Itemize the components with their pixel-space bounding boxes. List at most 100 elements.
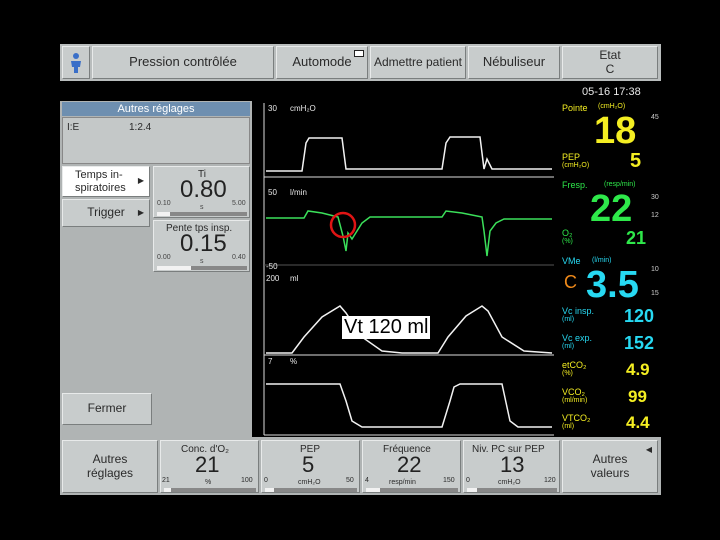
vme-lo: 15 bbox=[651, 290, 659, 297]
automode-label: Automode bbox=[292, 54, 352, 70]
vc-insp-unit: (ml) bbox=[562, 316, 575, 323]
param-o2-min: 21 bbox=[162, 477, 170, 484]
param-niv-pc-slider[interactable] bbox=[467, 488, 557, 492]
patient-icon-button[interactable] bbox=[62, 46, 90, 79]
pointe-hi: 45 bbox=[651, 114, 659, 121]
volume-max-label: 200 bbox=[266, 274, 280, 283]
pente-control[interactable]: Pente tps insp. 0.15 0.00 s 0.40 bbox=[153, 220, 250, 272]
etat-button[interactable]: Etat C bbox=[562, 46, 658, 79]
freq-unit: (resp/min) bbox=[604, 181, 636, 188]
pente-slider[interactable] bbox=[157, 266, 247, 270]
param-pep-value: 5 bbox=[302, 452, 315, 477]
freq-hi: 30 bbox=[651, 194, 659, 201]
etat-title: Etat bbox=[599, 48, 621, 63]
flow-min-label: -50 bbox=[266, 262, 278, 271]
param-frequence-max: 150 bbox=[443, 477, 455, 484]
temps-inspiratoires-tab[interactable]: Temps in- spiratoires ▶ bbox=[62, 166, 150, 197]
ti-unit: s bbox=[200, 204, 204, 211]
autres-valeurs-label: Autres valeurs bbox=[590, 452, 630, 480]
pointe-unit: (cmH₂O) bbox=[598, 103, 626, 110]
param-frequence-min: 4 bbox=[365, 477, 369, 484]
pep-label: PEP bbox=[562, 152, 581, 162]
ie-value: 1:2.4 bbox=[129, 122, 152, 133]
pente-max: 0.40 bbox=[232, 254, 246, 261]
volume-unit: ml bbox=[290, 274, 299, 283]
temps-label: Temps in- spiratoires bbox=[75, 169, 126, 194]
param-pep-slider[interactable] bbox=[265, 488, 357, 492]
automode-indicator bbox=[354, 50, 364, 57]
autres-valeurs-button[interactable]: Autres valeurs ◀ bbox=[562, 440, 658, 493]
ti-slider-fill bbox=[157, 212, 170, 216]
ti-max: 5.00 bbox=[232, 200, 246, 207]
freq-value: 22 bbox=[590, 188, 633, 230]
trigger-label: Trigger bbox=[87, 205, 125, 220]
param-niv-pc-max: 120 bbox=[544, 477, 556, 484]
vme-value: 3.5 bbox=[586, 264, 639, 306]
vc-exp-label: Vc exp. bbox=[562, 333, 593, 343]
o2-value: 21 bbox=[626, 228, 647, 248]
param-pep-min: 0 bbox=[264, 477, 268, 484]
param-o2-value: 21 bbox=[195, 452, 220, 477]
co2-waveform bbox=[266, 383, 552, 428]
pointe-label: Pointe bbox=[562, 103, 588, 113]
param-frequence-unit: resp/min bbox=[389, 479, 416, 486]
pressure-waveform bbox=[266, 136, 552, 172]
param-frequence[interactable]: Fréquence 22 4 resp/min 150 bbox=[362, 440, 461, 493]
co2-max-label: 7 bbox=[268, 357, 273, 366]
vc-exp-unit: (ml) bbox=[562, 343, 575, 350]
etat-value: C bbox=[605, 61, 615, 76]
param-niv-pc-slider-fill bbox=[467, 488, 477, 492]
vtco2-label: VTCO₂ bbox=[562, 413, 591, 423]
autres-reglages-label: Autres réglages bbox=[86, 452, 134, 480]
freq-lo: 12 bbox=[651, 212, 659, 219]
automode-button[interactable]: Automode bbox=[276, 46, 368, 79]
pressure-max-label: 30 bbox=[268, 104, 277, 113]
flow-max-label: 50 bbox=[268, 188, 277, 197]
param-niv-pc-unit: cmH₂O bbox=[498, 479, 521, 486]
mode-button[interactable]: Pression contrôlée bbox=[92, 46, 274, 79]
vco2-label: VCO₂ bbox=[562, 387, 585, 397]
vc-insp-label: Vc insp. bbox=[562, 306, 595, 316]
trigger-tab[interactable]: Trigger ▶ bbox=[62, 199, 150, 227]
autres-reglages-button[interactable]: Autres réglages bbox=[62, 440, 158, 493]
vtco2-value: 4.4 bbox=[626, 413, 650, 432]
param-o2-slider[interactable] bbox=[164, 488, 256, 492]
chevron-right-icon: ▶ bbox=[137, 207, 144, 217]
freq-label: Fresp. bbox=[562, 180, 588, 190]
etco2-value: 4.9 bbox=[626, 360, 650, 379]
vco2-unit: (ml/min) bbox=[562, 397, 588, 404]
vc-insp-value: 120 bbox=[624, 306, 655, 326]
ti-value: 0.80 bbox=[180, 176, 227, 203]
panel-title: Autres réglages bbox=[62, 102, 250, 116]
patient-icon bbox=[71, 52, 81, 73]
param-o2[interactable]: Conc. d'O₂ 21 21 % 100 bbox=[160, 440, 259, 493]
waveform-area bbox=[263, 103, 554, 436]
datetime: 05-16 17:38 bbox=[582, 86, 641, 98]
param-o2-slider-fill bbox=[164, 488, 172, 492]
nebuliseur-button[interactable]: Nébuliseur bbox=[468, 46, 560, 79]
vtco2-unit: (ml) bbox=[562, 423, 575, 430]
param-frequence-slider[interactable] bbox=[366, 488, 458, 492]
param-pep-slider-fill bbox=[265, 488, 275, 492]
fermer-button[interactable]: Fermer bbox=[62, 393, 152, 425]
param-niv-pc[interactable]: Niv. PC sur PEP 13 0 cmH₂O 120 bbox=[463, 440, 560, 493]
param-pep-max: 50 bbox=[346, 477, 354, 484]
chevron-up-icon: ◀ bbox=[645, 445, 652, 454]
vco2-value: 99 bbox=[628, 387, 647, 406]
vme-hi: 10 bbox=[651, 266, 659, 273]
vt-annotation: Vt 120 ml bbox=[342, 316, 431, 339]
vc-exp-value: 152 bbox=[624, 333, 655, 353]
ti-control[interactable]: Ti 0.80 0.10 s 5.00 bbox=[153, 166, 250, 218]
param-frequence-slider-fill bbox=[366, 488, 380, 492]
admettre-patient-button[interactable]: Admettre patient bbox=[370, 46, 466, 79]
param-niv-pc-min: 0 bbox=[466, 477, 470, 484]
ie-box: I:E 1:2.4 bbox=[62, 117, 250, 164]
chevron-right-icon: ▶ bbox=[137, 176, 144, 186]
ti-min: 0.10 bbox=[157, 200, 171, 207]
param-o2-unit: % bbox=[205, 479, 212, 486]
pente-unit: s bbox=[200, 258, 204, 265]
ti-slider[interactable] bbox=[157, 212, 247, 216]
pente-slider-fill bbox=[157, 266, 192, 270]
vme-label: VMe bbox=[562, 256, 581, 266]
param-pep[interactable]: PEP 5 0 cmH₂O 50 bbox=[261, 440, 360, 493]
